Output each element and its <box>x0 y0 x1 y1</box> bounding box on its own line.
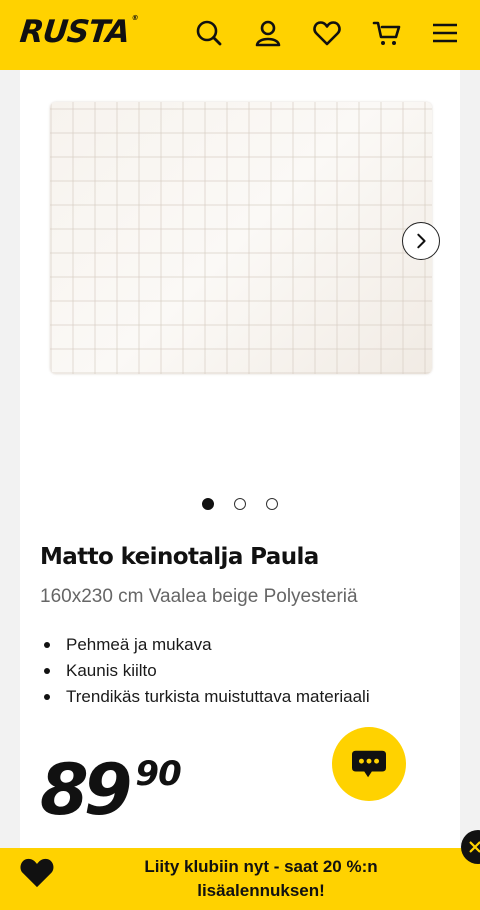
feature-text: Pehmeä ja mukava <box>66 635 212 654</box>
close-icon <box>469 841 480 853</box>
chat-bubble-icon <box>352 750 386 778</box>
promo-text: Liity klubiin nyt - saat 20 %:n lisäalen… <box>70 855 452 903</box>
heart-icon <box>20 858 54 888</box>
bullet-icon <box>44 642 50 648</box>
rusta-logo[interactable]: RUSTA® <box>18 14 138 50</box>
cart-icon[interactable] <box>370 16 404 50</box>
chat-button[interactable] <box>332 727 406 801</box>
site-header: RUSTA® <box>0 0 480 70</box>
menu-icon[interactable] <box>428 16 462 50</box>
product-price: 89 90 <box>40 749 182 831</box>
feature-text: Trendikäs turkista muistuttava materiaal… <box>66 687 370 706</box>
chevron-right-icon <box>417 233 426 249</box>
bullet-icon <box>44 694 50 700</box>
heart-icon[interactable] <box>310 16 344 50</box>
pagination-dot-1[interactable] <box>202 498 214 510</box>
feature-item: Kaunis kiilto <box>40 658 450 684</box>
user-icon[interactable] <box>251 16 285 50</box>
search-icon[interactable] <box>192 16 226 50</box>
logo-registered-mark: ® <box>131 14 139 22</box>
feature-item: Trendikäs turkista muistuttava materiaal… <box>40 684 450 710</box>
price-euros: 89 <box>40 749 132 831</box>
logo-text: RUSTA <box>18 14 132 50</box>
next-image-button[interactable] <box>402 222 440 260</box>
club-promo-banner[interactable]: Liity klubiin nyt - saat 20 %:n lisäalen… <box>0 848 480 910</box>
feature-text: Kaunis kiilto <box>66 661 157 680</box>
product-card: Matto keinotalja Paula 160x230 cm Vaalea… <box>20 70 460 860</box>
promo-line-2: lisäalennuksen! <box>197 881 325 900</box>
promo-line-1: Liity klubiin nyt - saat 20 %:n <box>144 857 378 876</box>
bullet-icon <box>44 668 50 674</box>
feature-item: Pehmeä ja mukava <box>40 632 450 658</box>
price-cents: 90 <box>135 754 181 794</box>
product-subtitle: 160x230 cm Vaalea beige Polyesteriä <box>40 586 358 607</box>
product-title: Matto keinotalja Paula <box>40 544 319 570</box>
product-rug-image[interactable] <box>50 102 432 374</box>
gallery-pagination <box>20 498 460 510</box>
pagination-dot-3[interactable] <box>266 498 278 510</box>
pagination-dot-2[interactable] <box>234 498 246 510</box>
feature-list: Pehmeä ja mukava Kaunis kiilto Trendikäs… <box>40 632 450 710</box>
